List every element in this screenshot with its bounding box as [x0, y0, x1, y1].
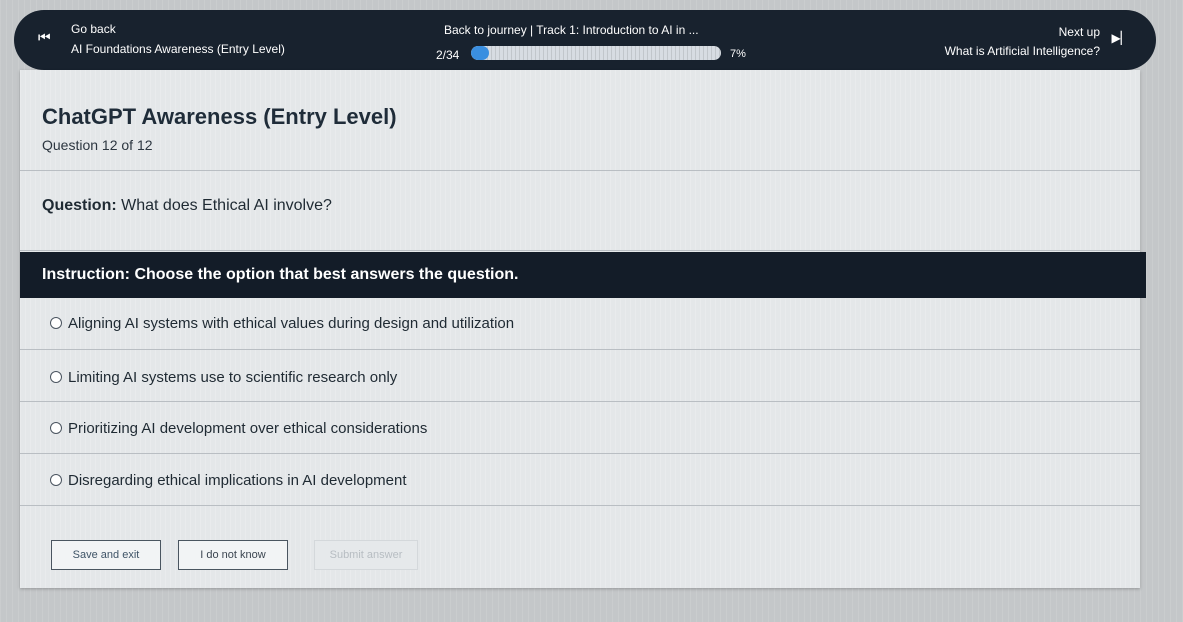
instruction-text: Choose the option that best answers the …: [134, 266, 519, 283]
question-label: Question:: [42, 197, 117, 214]
instruction-label: Instruction:: [42, 266, 130, 283]
course-header-bar: ⏮︎ Go back AI Foundations Awareness (Ent…: [14, 10, 1156, 70]
answer-option[interactable]: Aligning AI systems with ethical values …: [50, 312, 514, 334]
answer-option-label: Limiting AI systems use to scientific re…: [68, 368, 398, 386]
radio-button[interactable]: [50, 317, 62, 329]
divider: [20, 170, 1140, 171]
go-back-link[interactable]: Go back: [71, 22, 116, 36]
answer-option-label: Disregarding ethical implications in AI …: [68, 471, 407, 489]
page-title: ChatGPT Awareness (Entry Level): [42, 104, 397, 129]
question-text: Question: What does Ethical AI involve?: [42, 197, 332, 215]
divider: [20, 401, 1140, 402]
question-counter: Question 12 of 12: [42, 137, 153, 153]
progress-percent: 7%: [730, 48, 746, 60]
next-up-title[interactable]: What is Artificial Intelligence?: [945, 44, 1100, 58]
divider: [20, 505, 1140, 506]
progress-fill: [471, 46, 489, 60]
answer-option-label: Aligning AI systems with ethical values …: [68, 314, 515, 332]
radio-button[interactable]: [50, 474, 62, 486]
radio-button[interactable]: [50, 422, 62, 434]
question-body: What does Ethical AI involve?: [121, 197, 332, 214]
divider: [20, 250, 1140, 251]
answer-option[interactable]: Disregarding ethical implications in AI …: [50, 469, 407, 491]
divider: [20, 453, 1140, 454]
i-do-not-know-button[interactable]: I do not know: [178, 540, 288, 570]
next-up-label[interactable]: Next up: [1059, 25, 1100, 39]
skip-back-icon[interactable]: ⏮︎: [38, 30, 51, 44]
course-title: AI Foundations Awareness (Entry Level): [71, 42, 285, 56]
quiz-card: ChatGPT Awareness (Entry Level) Question…: [20, 70, 1146, 588]
answer-option-label: Prioritizing AI development over ethical…: [68, 419, 428, 437]
back-to-journey-link[interactable]: Back to journey | Track 1: Introduction …: [444, 23, 744, 37]
answer-option[interactable]: Prioritizing AI development over ethical…: [50, 417, 427, 439]
submit-answer-button[interactable]: Submit answer: [314, 540, 418, 570]
instruction-banner: Instruction: Choose the option that best…: [20, 252, 1146, 298]
step-count: 2/34: [436, 48, 460, 62]
progress-bar: [471, 46, 721, 60]
save-and-exit-button[interactable]: Save and exit: [51, 540, 161, 570]
radio-button[interactable]: [50, 371, 62, 383]
skip-forward-icon[interactable]: ▶︎▏: [1112, 32, 1130, 44]
divider: [20, 349, 1140, 350]
answer-option[interactable]: Limiting AI systems use to scientific re…: [50, 366, 397, 388]
